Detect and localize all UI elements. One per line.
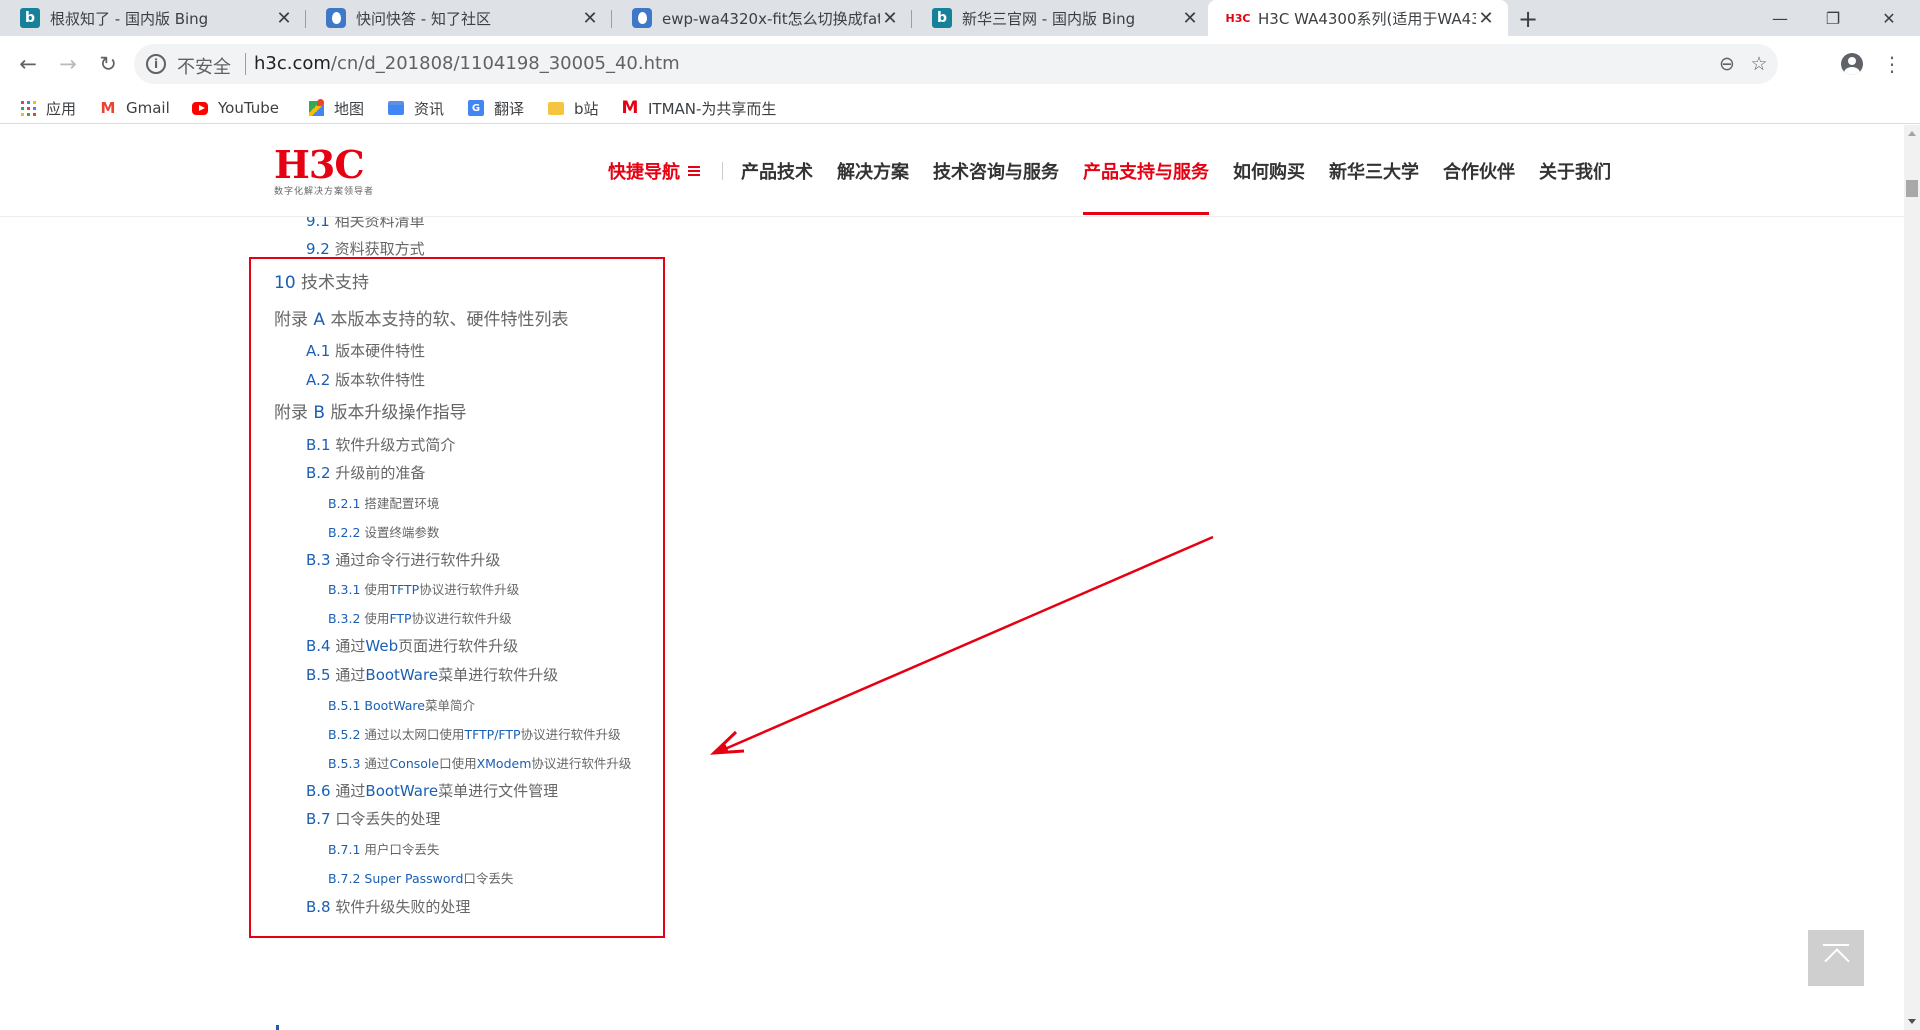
- tab-bing-genshu[interactable]: b 根叔知了 - 国内版 Bing ✕: [0, 0, 306, 36]
- bookmark-bilibili[interactable]: b站: [548, 96, 599, 120]
- forward-button[interactable]: →: [54, 50, 82, 78]
- browser-toolbar: ← → ↻ i 不安全 h3c.com/cn/d_201808/1104198_…: [0, 36, 1920, 92]
- nav-university[interactable]: 新华三大学: [1317, 125, 1431, 217]
- tab-title: 新华三官网 - 国内版 Bing: [962, 9, 1136, 28]
- avatar: [1841, 53, 1863, 75]
- toc-item-9-2[interactable]: 9.2 资料获取方式: [306, 238, 425, 259]
- bookmark-label: 应用: [46, 99, 77, 118]
- zhiliao-icon: [326, 8, 346, 28]
- profile-button[interactable]: [1838, 50, 1866, 78]
- bookmark-gmail[interactable]: M Gmail: [100, 96, 170, 120]
- tab-title: 根叔知了 - 国内版 Bing: [50, 9, 209, 28]
- bookmark-label: 翻译: [494, 99, 525, 118]
- menu-icon: [688, 166, 700, 176]
- logo-tagline: 数字化解决方案领导者: [274, 187, 375, 197]
- bookmark-label: YouTube: [218, 99, 279, 117]
- tab-h3c-wa4300[interactable]: H3C H3C WA4300系列(适用于WA43 ✕: [1208, 0, 1508, 36]
- nav-products[interactable]: 产品技术: [729, 125, 825, 217]
- bookmark-apps[interactable]: 应用: [20, 96, 76, 120]
- menu-dots-icon[interactable]: ⋮: [1878, 50, 1906, 78]
- close-tab-icon[interactable]: ✕: [274, 8, 294, 29]
- maps-icon: [308, 98, 324, 116]
- h3c-icon: H3C: [1225, 11, 1251, 25]
- security-label[interactable]: 不安全: [177, 53, 231, 79]
- nav-solutions[interactable]: 解决方案: [825, 125, 921, 217]
- bing-icon: b: [932, 8, 952, 28]
- minimize-button[interactable]: —: [1755, 0, 1805, 36]
- star-icon[interactable]: ☆: [1748, 53, 1770, 75]
- tab-bing-h3c[interactable]: b 新华三官网 - 国内版 Bing ✕: [912, 0, 1212, 36]
- apps-icon: [20, 100, 36, 116]
- new-tab-button[interactable]: +: [1515, 5, 1541, 33]
- close-tab-icon[interactable]: ✕: [1476, 8, 1496, 29]
- content-fragment: [276, 1025, 279, 1030]
- reload-button[interactable]: ↻: [94, 50, 122, 78]
- site-header: H3C 数字化解决方案领导者 快捷导航 产品技术 解决方案 技术咨询与服务 产品…: [0, 125, 1904, 217]
- close-tab-icon[interactable]: ✕: [880, 8, 900, 29]
- logo-text: H3C: [274, 142, 365, 187]
- page-viewport: 9.1 相关资料清单 9.2 资料获取方式 10 技术支持 附录 A 本版本支持…: [0, 125, 1904, 1030]
- bookmark-label: ITMAN-为共享而生: [648, 99, 777, 118]
- back-button[interactable]: ←: [14, 50, 42, 78]
- zhiliao-icon: [632, 8, 652, 28]
- bookmark-youtube[interactable]: YouTube: [192, 96, 279, 120]
- nav-partners[interactable]: 合作伙伴: [1431, 125, 1527, 217]
- tab-title: H3C WA4300系列(适用于WA43: [1258, 9, 1476, 28]
- tab-zhiliao-qa[interactable]: 快问快答 - 知了社区 ✕: [306, 0, 612, 36]
- nav-quick-nav[interactable]: 快捷导航: [596, 125, 720, 217]
- back-to-top-button[interactable]: [1808, 930, 1864, 986]
- nav-consulting[interactable]: 技术咨询与服务: [921, 125, 1071, 217]
- scroll-up-icon[interactable]: [1908, 131, 1916, 136]
- address-separator: [245, 53, 246, 75]
- bing-icon: b: [20, 8, 40, 28]
- annotation-highlight-box: [249, 257, 665, 938]
- itman-icon: M: [621, 98, 639, 118]
- main-navigation: 快捷导航 产品技术 解决方案 技术咨询与服务 产品支持与服务 如何购买 新华三大…: [596, 125, 1623, 217]
- info-icon[interactable]: i: [146, 54, 166, 74]
- news-icon: [388, 100, 404, 116]
- restore-button[interactable]: ❐: [1808, 0, 1858, 36]
- nav-divider: [722, 162, 723, 180]
- bookmarks-bar: 应用 M Gmail YouTube 地图 资讯 G 翻译 b站 M ITMAN…: [0, 92, 1920, 124]
- nav-about[interactable]: 关于我们: [1527, 125, 1623, 217]
- gmail-icon: M: [100, 99, 116, 117]
- tab-ewp-wa4320x[interactable]: ewp-wa4320x-fit怎么切换成fat ✕: [612, 0, 912, 36]
- close-tab-icon[interactable]: ✕: [580, 8, 600, 29]
- nav-support[interactable]: 产品支持与服务: [1071, 125, 1221, 217]
- page-scrollbar[interactable]: [1904, 125, 1920, 1030]
- scroll-down-icon[interactable]: [1908, 1019, 1916, 1024]
- tab-title: ewp-wa4320x-fit怎么切换成fat: [662, 9, 880, 28]
- close-window-button[interactable]: ✕: [1864, 0, 1914, 36]
- bookmark-label: 资讯: [414, 99, 445, 118]
- youtube-icon: [192, 100, 208, 116]
- browser-tab-strip: b 根叔知了 - 国内版 Bing ✕ 快问快答 - 知了社区 ✕ ewp-wa…: [0, 0, 1920, 36]
- url-text[interactable]: h3c.com/cn/d_201808/1104198_30005_40.htm: [254, 53, 680, 74]
- folder-icon: [548, 100, 564, 116]
- bookmark-news[interactable]: 资讯: [388, 96, 444, 120]
- bookmark-translate[interactable]: G 翻译: [468, 96, 524, 120]
- bookmark-label: b站: [574, 99, 599, 118]
- address-bar[interactable]: i 不安全 h3c.com/cn/d_201808/1104198_30005_…: [134, 44, 1778, 84]
- close-tab-icon[interactable]: ✕: [1180, 8, 1200, 29]
- bookmark-itman[interactable]: M ITMAN-为共享而生: [621, 96, 777, 120]
- bookmark-label: Gmail: [126, 99, 170, 117]
- tab-title: 快问快答 - 知了社区: [356, 9, 491, 28]
- nav-how-to-buy[interactable]: 如何购买: [1221, 125, 1317, 217]
- zoom-icon[interactable]: ⊖: [1716, 53, 1738, 75]
- scrollbar-thumb[interactable]: [1906, 180, 1918, 197]
- h3c-logo[interactable]: H3C 数字化解决方案领导者: [274, 142, 375, 198]
- bookmark-label: 地图: [334, 99, 365, 118]
- translate-icon: G: [468, 100, 484, 116]
- bookmark-maps[interactable]: 地图: [308, 96, 364, 120]
